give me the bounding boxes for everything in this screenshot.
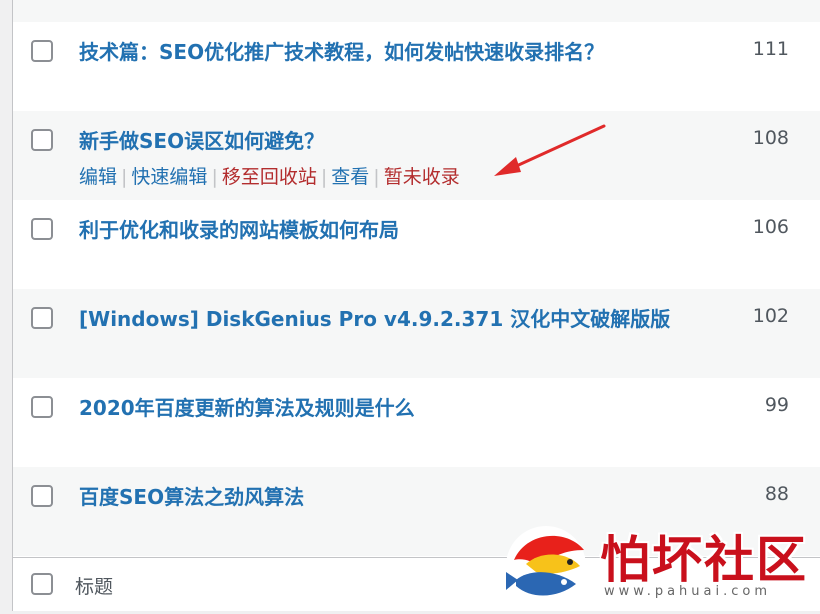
previous-row-strip [13, 0, 820, 22]
edit-link[interactable]: 编辑 [79, 166, 117, 188]
table-row: 利于优化和收录的网站模板如何布局 106 [13, 200, 820, 289]
trash-link[interactable]: 移至回收站 [222, 166, 317, 188]
post-count: 108 [752, 127, 789, 149]
action-separator: | [320, 166, 328, 188]
action-separator: | [211, 166, 218, 188]
table-row: [Windows] DiskGenius Pro v4.9.2.371 汉化中文… [13, 289, 820, 378]
row-checkbox[interactable] [31, 129, 53, 151]
watermark-brand: 怕坏社区 [600, 530, 808, 589]
action-separator: | [373, 166, 380, 188]
table-row-hovered: 新手做SEO误区如何避免？ 108 编辑 | 快速编辑 | 移至回收站 | 查看 | 暂未收录 [13, 111, 820, 200]
post-count: 106 [752, 216, 789, 238]
table-row: 2020年百度更新的算法及规则是什么 99 [13, 378, 820, 467]
post-count: 102 [752, 305, 789, 327]
row-checkbox[interactable] [31, 485, 53, 507]
post-title-link[interactable]: 利于优化和收录的网站模板如何布局 [79, 214, 399, 243]
quick-edit-link[interactable]: 快速编辑 [131, 166, 207, 188]
post-title-link[interactable]: [Windows] DiskGenius Pro v4.9.2.371 汉化中文… [79, 303, 670, 332]
title-column-header[interactable]: 标题 [75, 572, 113, 599]
select-all-checkbox[interactable] [31, 573, 53, 595]
action-separator: | [121, 166, 128, 188]
row-actions: 编辑 | 快速编辑 | 移至回收站 | 查看 | 暂未收录 [79, 162, 460, 189]
watermark-url: www.pahuai.com [604, 584, 772, 599]
view-link[interactable]: 查看 [331, 166, 369, 188]
post-title-link[interactable]: 百度SEO算法之劲风算法 [79, 481, 304, 510]
table-row: 技术篇：SEO优化推广技术教程，如何发帖快速收录排名？ 111 [13, 22, 820, 111]
post-title-link[interactable]: 新手做SEO误区如何避免？ [79, 125, 324, 154]
post-count: 88 [764, 483, 789, 505]
watermark: 怕坏社区 www.pahuai.com [496, 520, 816, 610]
not-indexed-link[interactable]: 暂未收录 [384, 166, 460, 188]
row-checkbox[interactable] [31, 396, 53, 418]
post-title-link[interactable]: 技术篇：SEO优化推广技术教程，如何发帖快速收录排名？ [79, 36, 604, 65]
row-checkbox[interactable] [31, 307, 53, 329]
row-checkbox[interactable] [31, 40, 53, 62]
post-title-link[interactable]: 2020年百度更新的算法及规则是什么 [79, 392, 415, 421]
row-checkbox[interactable] [31, 218, 53, 240]
fish-logo-icon [506, 526, 586, 606]
post-count: 111 [752, 38, 789, 60]
post-count: 99 [764, 394, 789, 416]
